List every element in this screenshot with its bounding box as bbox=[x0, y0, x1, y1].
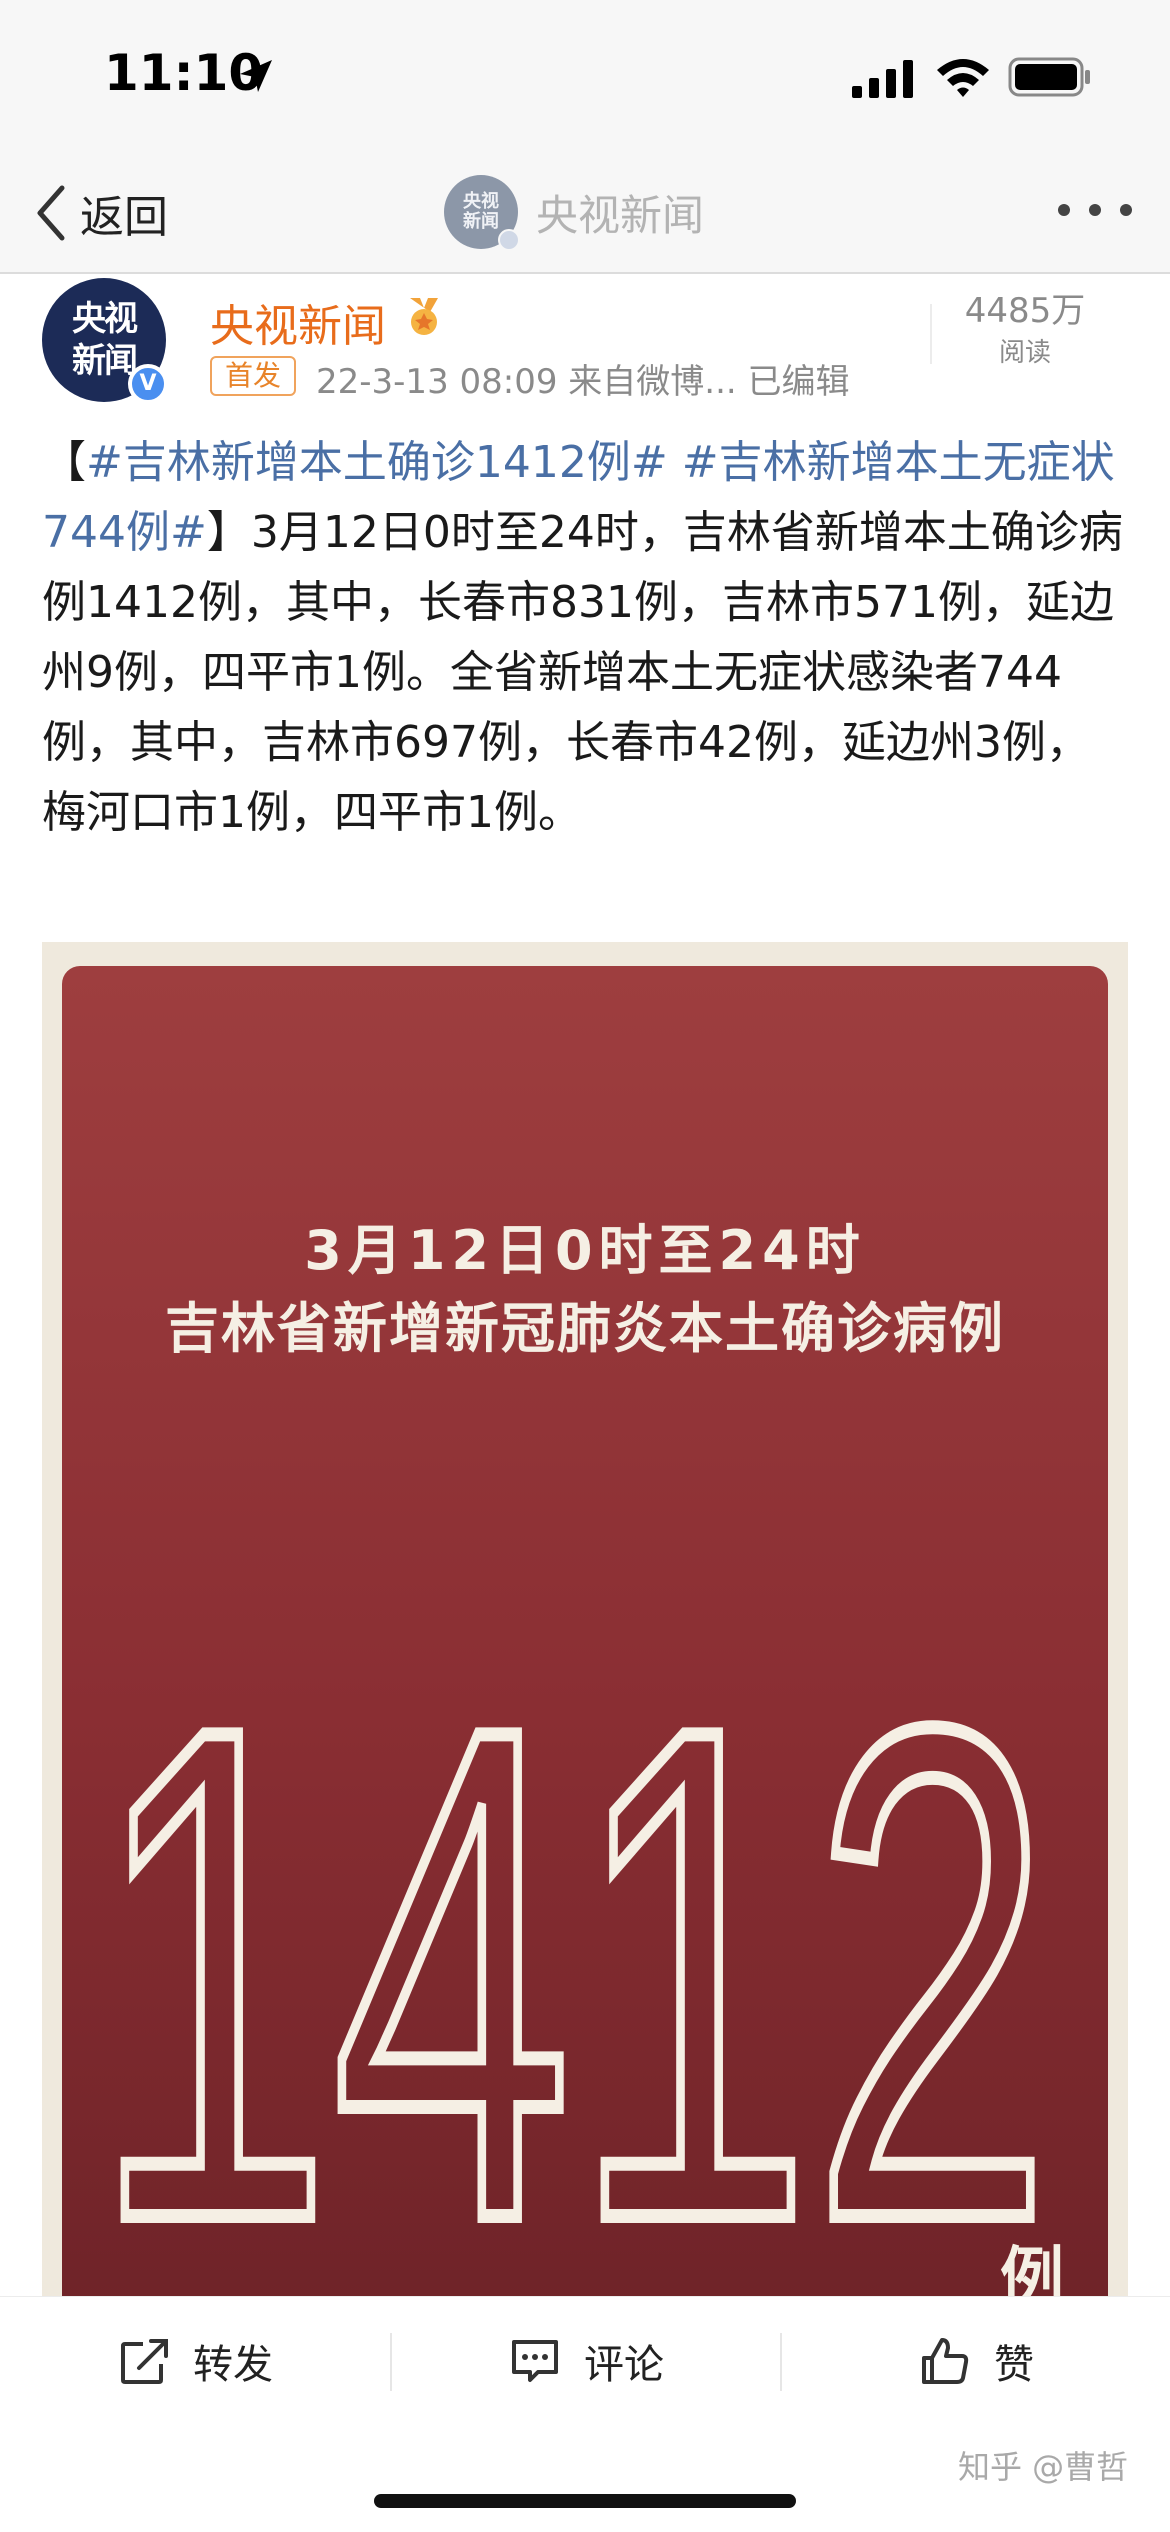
repost-button[interactable]: 转发 bbox=[0, 2297, 390, 2425]
bottom-area: 知乎 @曹哲 bbox=[0, 2424, 1170, 2532]
first-publish-tag: 首发 bbox=[210, 356, 296, 396]
repost-label: 转发 bbox=[193, 2342, 273, 2388]
read-label: 阅读 bbox=[998, 338, 1051, 368]
hashtag-space bbox=[668, 437, 682, 488]
watermark: 知乎 @曹哲 bbox=[958, 2448, 1129, 2486]
chevron-left-icon bbox=[37, 185, 65, 241]
bracket-open: 【 bbox=[42, 437, 86, 488]
nav-avatar-text: 央视新闻 bbox=[463, 191, 499, 232]
author-name[interactable]: 央视新闻 bbox=[210, 290, 386, 354]
divider bbox=[930, 304, 932, 364]
home-indicator[interactable] bbox=[374, 2494, 796, 2508]
wifi-icon bbox=[937, 59, 989, 97]
medal-icon bbox=[410, 298, 438, 335]
comment-icon bbox=[512, 2340, 558, 2382]
image-date-line: 3月12日0时至24时 bbox=[304, 1219, 866, 1282]
battery-icon bbox=[1008, 57, 1090, 97]
action-bar: 转发 评论 赞 bbox=[0, 2296, 1170, 2424]
location-arrow-icon bbox=[240, 60, 272, 92]
verified-badge-icon: V bbox=[128, 364, 168, 404]
status-bar: 11:10 bbox=[0, 0, 1170, 150]
more-options-icon[interactable] bbox=[1058, 204, 1132, 220]
nav-bar: 返回 央视新闻 央视新闻 bbox=[0, 150, 1170, 274]
share-icon bbox=[121, 2339, 168, 2384]
post-image[interactable]: 3月12日0时至24时 吉林省新增新冠肺炎本土确诊病例 1412 例 bbox=[42, 942, 1128, 2298]
image-unit: 例 bbox=[1000, 2241, 1064, 2298]
post-text: 【#吉林新增本土确诊1412例# #吉林新增本土无症状744例#】3月12日0时… bbox=[42, 428, 1132, 848]
cellular-signal-icon bbox=[852, 60, 913, 98]
like-label: 赞 bbox=[994, 2342, 1034, 2388]
nav-account[interactable]: 央视新闻 央视新闻 bbox=[444, 170, 704, 254]
comment-button[interactable]: 评论 bbox=[392, 2297, 780, 2425]
back-label: 返回 bbox=[80, 192, 168, 243]
post-meta: 22-3-13 08:09 来自微博... 已编辑 bbox=[316, 362, 850, 402]
like-button[interactable]: 赞 bbox=[782, 2297, 1170, 2425]
read-count: 4485万 bbox=[964, 291, 1086, 331]
image-caption-line: 吉林省新增新冠肺炎本土确诊病例 bbox=[165, 1297, 1005, 1360]
nav-avatar: 央视新闻 bbox=[444, 175, 520, 251]
nav-title: 央视新闻 bbox=[536, 190, 705, 240]
verified-icon bbox=[498, 229, 520, 251]
post-header: 央视新闻 V 央视新闻 首发 22-3-13 08:09 来自微博... 已编辑… bbox=[0, 274, 1170, 414]
big-number-text: 1412 bbox=[92, 1583, 1052, 2266]
thumbs-up-icon bbox=[922, 2338, 969, 2384]
hashtag-link[interactable]: #吉林新增本土确诊1412例# bbox=[86, 437, 668, 488]
back-button[interactable]: 返回 bbox=[34, 178, 168, 248]
image-poster: 3月12日0时至24时 吉林省新增新冠肺炎本土确诊病例 1412 例 bbox=[62, 966, 1108, 2298]
big-number: 1412 bbox=[92, 1576, 1052, 2266]
comment-label: 评论 bbox=[584, 2342, 664, 2388]
